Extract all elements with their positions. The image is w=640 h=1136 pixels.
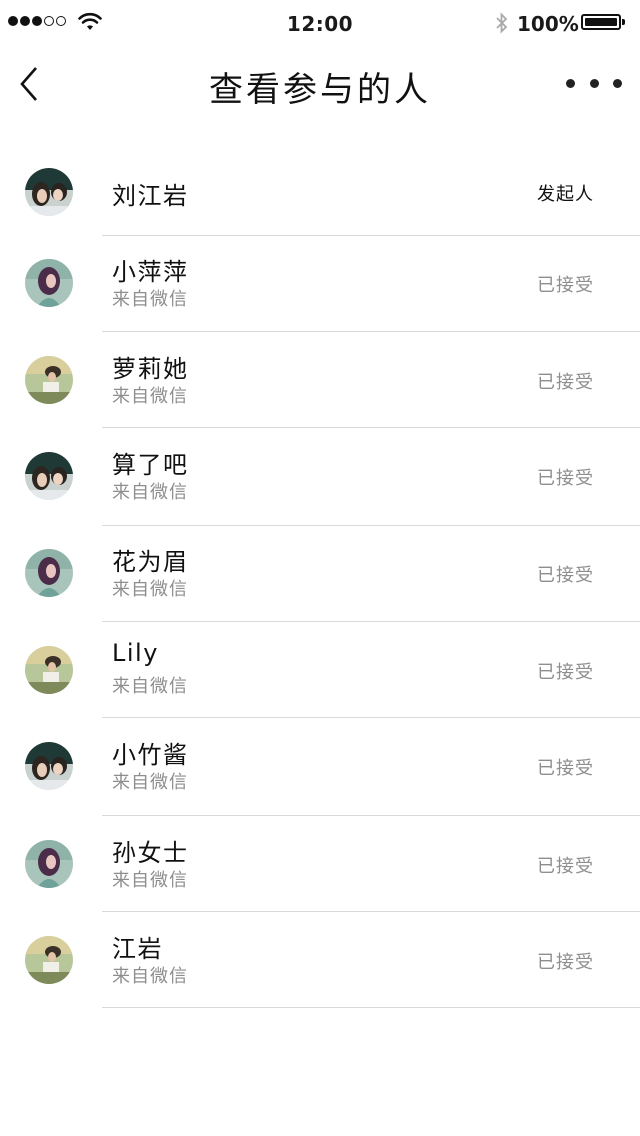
participant-name: 算了吧 <box>112 451 189 479</box>
status-bar: 12:00 100% <box>0 0 640 46</box>
status-label: 已接受 <box>537 856 594 877</box>
participant-source: 来自微信 <box>112 676 188 697</box>
participant-name: 萝莉她 <box>112 355 189 383</box>
participant-name: 刘江岩 <box>112 182 189 210</box>
status-label: 已接受 <box>537 952 594 973</box>
battery-percent: 100% <box>517 12 579 36</box>
participant-source: 来自微信 <box>112 289 188 310</box>
status-label: 已接受 <box>537 565 594 586</box>
participant-source: 来自微信 <box>112 966 188 987</box>
avatar[interactable] <box>25 356 73 404</box>
status-label: 已接受 <box>537 372 594 393</box>
participant-source: 来自微信 <box>112 579 188 600</box>
avatar[interactable] <box>25 742 73 790</box>
more-dots-icon[interactable] <box>566 70 622 96</box>
participant-row[interactable]: 小萍萍来自微信 已接受 <box>0 236 640 332</box>
participant-row[interactable]: 小竹酱来自微信 已接受 <box>0 718 640 816</box>
participant-row[interactable]: 萝莉她来自微信 已接受 <box>0 332 640 428</box>
status-label: 已接受 <box>537 468 594 489</box>
avatar[interactable] <box>25 259 73 307</box>
participant-name: 孙女士 <box>112 839 189 867</box>
avatar[interactable] <box>25 549 73 597</box>
participant-name: Lily <box>112 639 159 667</box>
participant-row[interactable]: 花为眉来自微信 已接受 <box>0 526 640 622</box>
participant-row[interactable]: 孙女士来自微信 已接受 <box>0 816 640 912</box>
participant-name: 小竹酱 <box>112 741 189 769</box>
page-title: 查看参与的人 <box>209 70 431 110</box>
avatar[interactable] <box>25 936 73 984</box>
participant-name: 小萍萍 <box>112 258 189 286</box>
participant-row[interactable]: 刘江岩 发起人 <box>0 142 640 236</box>
participant-row[interactable]: 江岩来自微信 已接受 <box>0 912 640 1008</box>
initiator-badge: 发起人 <box>537 184 594 205</box>
status-label: 已接受 <box>537 758 594 779</box>
nav-bar: 查看参与的人 <box>0 46 640 126</box>
participant-source: 来自微信 <box>112 772 188 793</box>
participant-name: 花为眉 <box>112 548 189 576</box>
participant-source: 来自微信 <box>112 870 188 891</box>
participant-source: 来自微信 <box>112 482 188 503</box>
avatar[interactable] <box>25 840 73 888</box>
bluetooth-icon <box>496 12 508 34</box>
participant-list: 刘江岩 发起人 小萍萍 来自微信 已接受 萝莉她 来自微信 已接受 算了吧 来自微信 已接受 花为眉来… <box>0 142 640 1008</box>
participant-name: 江岩 <box>112 935 163 963</box>
avatar[interactable] <box>25 646 73 694</box>
participant-row[interactable]: Lily 来自微信 已接受 <box>0 622 640 718</box>
status-label: 已接受 <box>537 275 594 296</box>
avatar[interactable] <box>25 168 73 216</box>
avatar[interactable] <box>25 452 73 500</box>
row-divider <box>102 1007 640 1008</box>
battery-icon <box>581 14 625 30</box>
status-label: 已接受 <box>537 662 594 683</box>
participant-source: 来自微信 <box>112 386 188 407</box>
participant-row[interactable]: 算了吧来自微信 已接受 <box>0 428 640 526</box>
